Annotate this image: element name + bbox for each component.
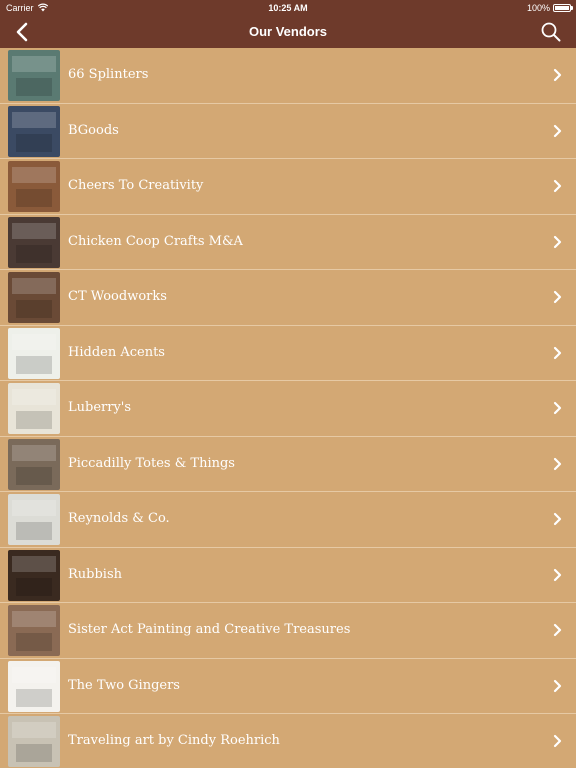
vendor-name: BGoods [68,122,119,138]
vendor-thumbnail [8,216,60,268]
vendor-row[interactable]: BGoods [0,103,576,159]
vendor-name: Reynolds & Co. [68,511,170,526]
chevron-right-icon [553,623,562,637]
chevron-right-icon [553,290,562,304]
chevron-right-icon [553,512,562,526]
vendor-row[interactable]: CT Woodworks [0,270,576,326]
battery-icon [553,4,571,12]
chevron-right-icon [553,401,562,415]
vendor-name: 66 Splinters [68,67,149,82]
vendor-thumbnail [8,716,60,767]
vendor-name: Traveling art by Cindy Roehrich [68,733,280,748]
status-time: 10:25 AM [268,3,308,13]
chevron-right-icon [553,457,562,470]
vendor-name: Hidden Acents [68,344,165,360]
vendor-name: CT Woodworks [68,289,167,304]
vendor-name: Chicken Coop Crafts M&A [68,233,243,249]
chevron-right-icon [553,346,562,359]
chevron-right-icon [553,679,562,692]
vendor-thumbnail [8,161,60,212]
battery-tip [571,6,573,10]
chevron-right-icon [553,568,562,581]
chevron-right-icon [553,179,562,193]
chevron-right-icon [553,68,562,82]
vendor-row[interactable]: Hidden Acents [0,325,576,381]
navigation-bar: Our Vendors [0,16,576,48]
vendor-thumbnail [8,383,60,434]
vendor-name: Sister Act Painting and Creative Treasur… [68,622,351,637]
vendor-row[interactable]: Traveling art by Cindy Roehrich [0,714,576,768]
vendor-row[interactable]: Luberry's [0,381,576,437]
vendor-name: Luberry's [68,400,132,415]
vendor-name: Rubbish [68,566,123,582]
chevron-right-icon [553,235,562,248]
vendor-thumbnail [8,105,60,157]
vendor-thumbnail [8,660,60,712]
page-title: Our Vendors [248,24,328,39]
vendor-thumbnail [8,327,60,379]
vendor-name: Piccadilly Totes & Things [68,455,235,471]
vendor-row[interactable]: Chicken Coop Crafts M&A [0,214,576,270]
vendor-name: Cheers To Creativity [68,178,204,193]
vendor-thumbnail [8,272,60,323]
vendor-thumbnail [8,438,60,490]
vendor-thumbnail [8,50,60,101]
search-icon[interactable] [540,21,562,43]
battery-percent: 100% [526,3,550,13]
chevron-right-icon [553,734,562,748]
vendor-row[interactable]: Reynolds & Co. [0,492,576,548]
vendor-thumbnail [8,549,60,601]
vendor-list: 66 Splinters BGoods Cheers To Creativity Ch… [0,48,576,768]
vendor-row[interactable]: Piccadilly Totes & Things [0,436,576,492]
vendor-row[interactable]: Rubbish [0,547,576,603]
vendor-row[interactable]: The Two Gingers [0,658,576,714]
chevron-right-icon [553,124,562,137]
vendor-name: The Two Gingers [68,677,180,693]
vendor-row[interactable]: Cheers To Creativity [0,159,576,215]
vendor-row[interactable]: 66 Splinters [0,48,576,104]
vendor-thumbnail [8,494,60,545]
status-bar: Carrier 10:25 AM 100% [0,0,576,16]
vendor-thumbnail [8,605,60,656]
vendor-row[interactable]: Sister Act Painting and Creative Treasur… [0,603,576,659]
